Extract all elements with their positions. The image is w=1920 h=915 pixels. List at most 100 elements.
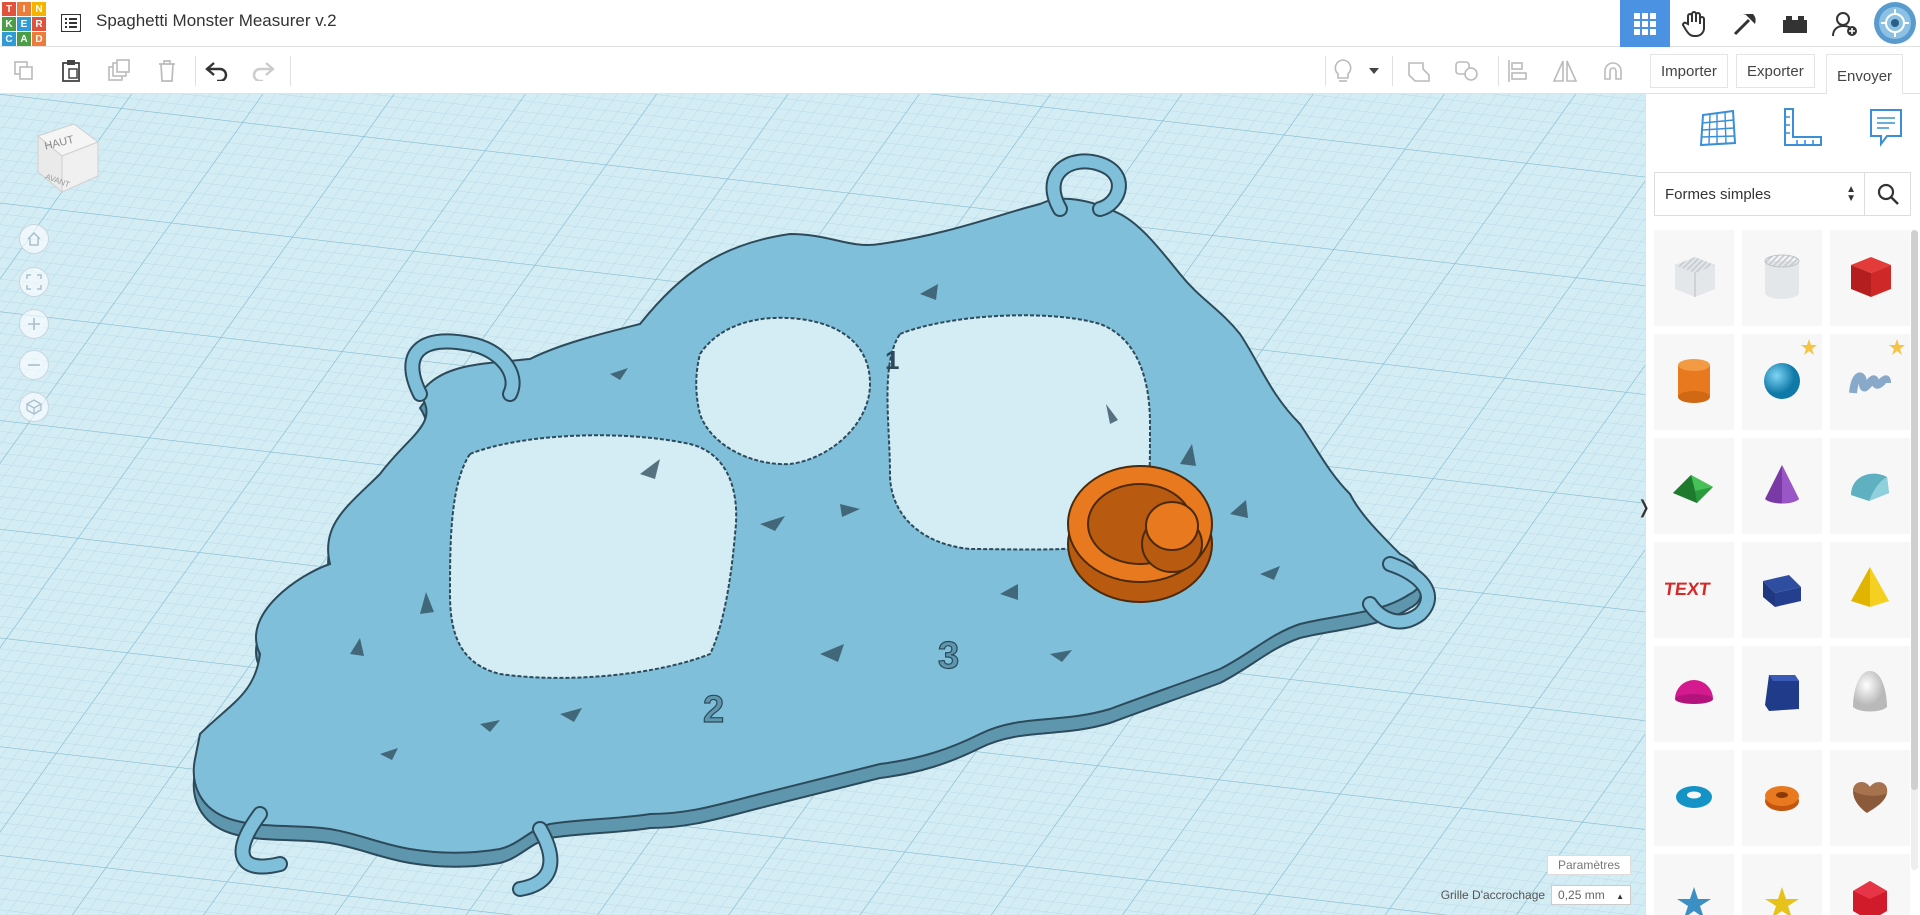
scribble-icon [1843, 353, 1897, 412]
shape-scribble[interactable] [1830, 334, 1910, 430]
shape-torus[interactable] [1654, 750, 1734, 846]
undo-button[interactable] [202, 56, 232, 86]
invite-user-button[interactable] [1820, 0, 1870, 47]
redo-button[interactable] [248, 56, 278, 86]
lego-view-button[interactable] [1770, 0, 1820, 47]
add-user-icon [1832, 11, 1857, 36]
logo-letter: E [17, 17, 31, 31]
list-icon [61, 14, 81, 32]
shape-box[interactable] [1830, 230, 1910, 326]
cube-icon [26, 399, 42, 415]
delete-button[interactable] [152, 56, 182, 86]
panel-tabs [1646, 104, 1920, 156]
shape-roof[interactable] [1654, 438, 1734, 534]
toolbar-divider [1498, 56, 1499, 86]
shape-sphere[interactable] [1742, 334, 1822, 430]
notes-tool-button[interactable] [1862, 104, 1910, 152]
shape-library-select[interactable]: Formes simples ▲ ▼ [1654, 172, 1864, 216]
design-title[interactable]: Spaghetti Monster Measurer v.2 [96, 11, 337, 31]
shape-round-roof[interactable] [1830, 438, 1910, 534]
torus-icon [1667, 769, 1721, 828]
logo-letter: K [2, 17, 16, 31]
copy-button[interactable] [9, 56, 39, 86]
toolbar-divider [195, 56, 196, 86]
bricks-view-button[interactable] [1720, 0, 1770, 47]
shape-star[interactable] [1654, 854, 1734, 915]
zoom-in-button[interactable] [19, 309, 49, 339]
minus-icon [28, 364, 40, 366]
view-cube[interactable]: HAUT AVANT [30, 116, 102, 196]
shape-cone[interactable] [1742, 438, 1822, 534]
shape-cylinder[interactable] [1654, 334, 1734, 430]
box-icon [1843, 249, 1897, 308]
tinkercad-logo[interactable]: TIN KER CAD [0, 0, 47, 47]
star-yellow-icon [1755, 873, 1809, 915]
shape-icosahedron[interactable] [1830, 854, 1910, 915]
ungroup-button[interactable] [1452, 56, 1482, 86]
shape-star-yellow[interactable] [1742, 854, 1822, 915]
edit-toolbar: Importer Exporter Envoyer vers [0, 48, 1920, 124]
toolbar-divider [1392, 56, 1393, 86]
cylinder-icon [1667, 353, 1721, 412]
label-2: 2 [703, 689, 724, 731]
workplane[interactable]: 1 2 3 HAUT AVANT Paramètres Grille D'acc… [0, 94, 1645, 915]
orange-ring-shape[interactable] [1067, 465, 1213, 603]
export-button[interactable]: Exporter [1736, 54, 1815, 88]
logo-letter: I [17, 2, 31, 16]
library-row: Formes simples ▲ ▼ [1654, 172, 1913, 216]
shape-wedge[interactable] [1742, 542, 1822, 638]
snap-grid-select[interactable]: 0,25 mm ▲ [1551, 885, 1631, 905]
plus-icon [28, 318, 40, 330]
shape-heart[interactable] [1830, 750, 1910, 846]
caret-down-icon [1369, 68, 1379, 74]
parameters-button[interactable]: Paramètres [1546, 855, 1631, 875]
fit-view-button[interactable] [19, 267, 49, 297]
import-button[interactable]: Importer [1650, 54, 1728, 88]
tube-icon [1755, 769, 1809, 828]
home-view-button[interactable] [19, 224, 49, 254]
notes-toggle-button[interactable] [1328, 56, 1358, 86]
shape-tube[interactable] [1742, 750, 1822, 846]
logo-letter: C [2, 32, 16, 46]
cone-icon [1755, 457, 1809, 516]
toolbar-divider [290, 56, 291, 86]
shape-paraboloid[interactable] [1830, 646, 1910, 742]
group-button[interactable] [1404, 56, 1434, 86]
cylinder-hole-icon [1755, 249, 1809, 308]
favorite-star-icon [1888, 338, 1906, 361]
align-button[interactable] [1502, 56, 1532, 86]
grid-view-button[interactable] [1620, 0, 1670, 47]
shape-cylinder-striped[interactable] [1742, 230, 1822, 326]
paste-button[interactable] [56, 56, 86, 86]
workplane-grid[interactable]: 1 2 3 [0, 94, 1645, 915]
shape-half-sphere[interactable] [1654, 646, 1734, 742]
round-roof-icon [1843, 457, 1897, 516]
trash-icon [159, 60, 175, 82]
workplane-tool-button[interactable] [1694, 104, 1742, 152]
collapse-panel-button[interactable]: ❭ [1636, 494, 1651, 520]
duplicate-button[interactable] [104, 56, 134, 86]
duplicate-icon [108, 59, 130, 81]
user-avatar[interactable] [1874, 2, 1916, 44]
label-3: 3 [938, 635, 959, 677]
design-list-button[interactable] [58, 10, 84, 36]
panel-scrollbar[interactable] [1911, 230, 1918, 870]
ruler-icon [1784, 108, 1822, 146]
pyramid-icon [1843, 561, 1897, 620]
zoom-out-button[interactable] [19, 350, 49, 380]
shape-polygon[interactable] [1742, 646, 1822, 742]
mirror-button[interactable] [1550, 56, 1580, 86]
magnet-icon [1604, 62, 1622, 80]
shape-pyramid[interactable] [1830, 542, 1910, 638]
scrollbar-thumb[interactable] [1911, 230, 1918, 790]
blocks-view-button[interactable] [1670, 0, 1720, 47]
shape-search-button[interactable] [1864, 172, 1911, 216]
ruler-tool-button[interactable] [1778, 104, 1826, 152]
shape-box-striped[interactable] [1654, 230, 1734, 326]
avatar-icon [1879, 7, 1911, 39]
notes-dropdown-button[interactable] [1364, 56, 1384, 86]
cruise-button[interactable] [1598, 56, 1628, 86]
caret-up-icon: ▲ [1616, 892, 1624, 901]
perspective-button[interactable] [19, 392, 49, 422]
shape-text[interactable]: TEXT [1654, 542, 1734, 638]
